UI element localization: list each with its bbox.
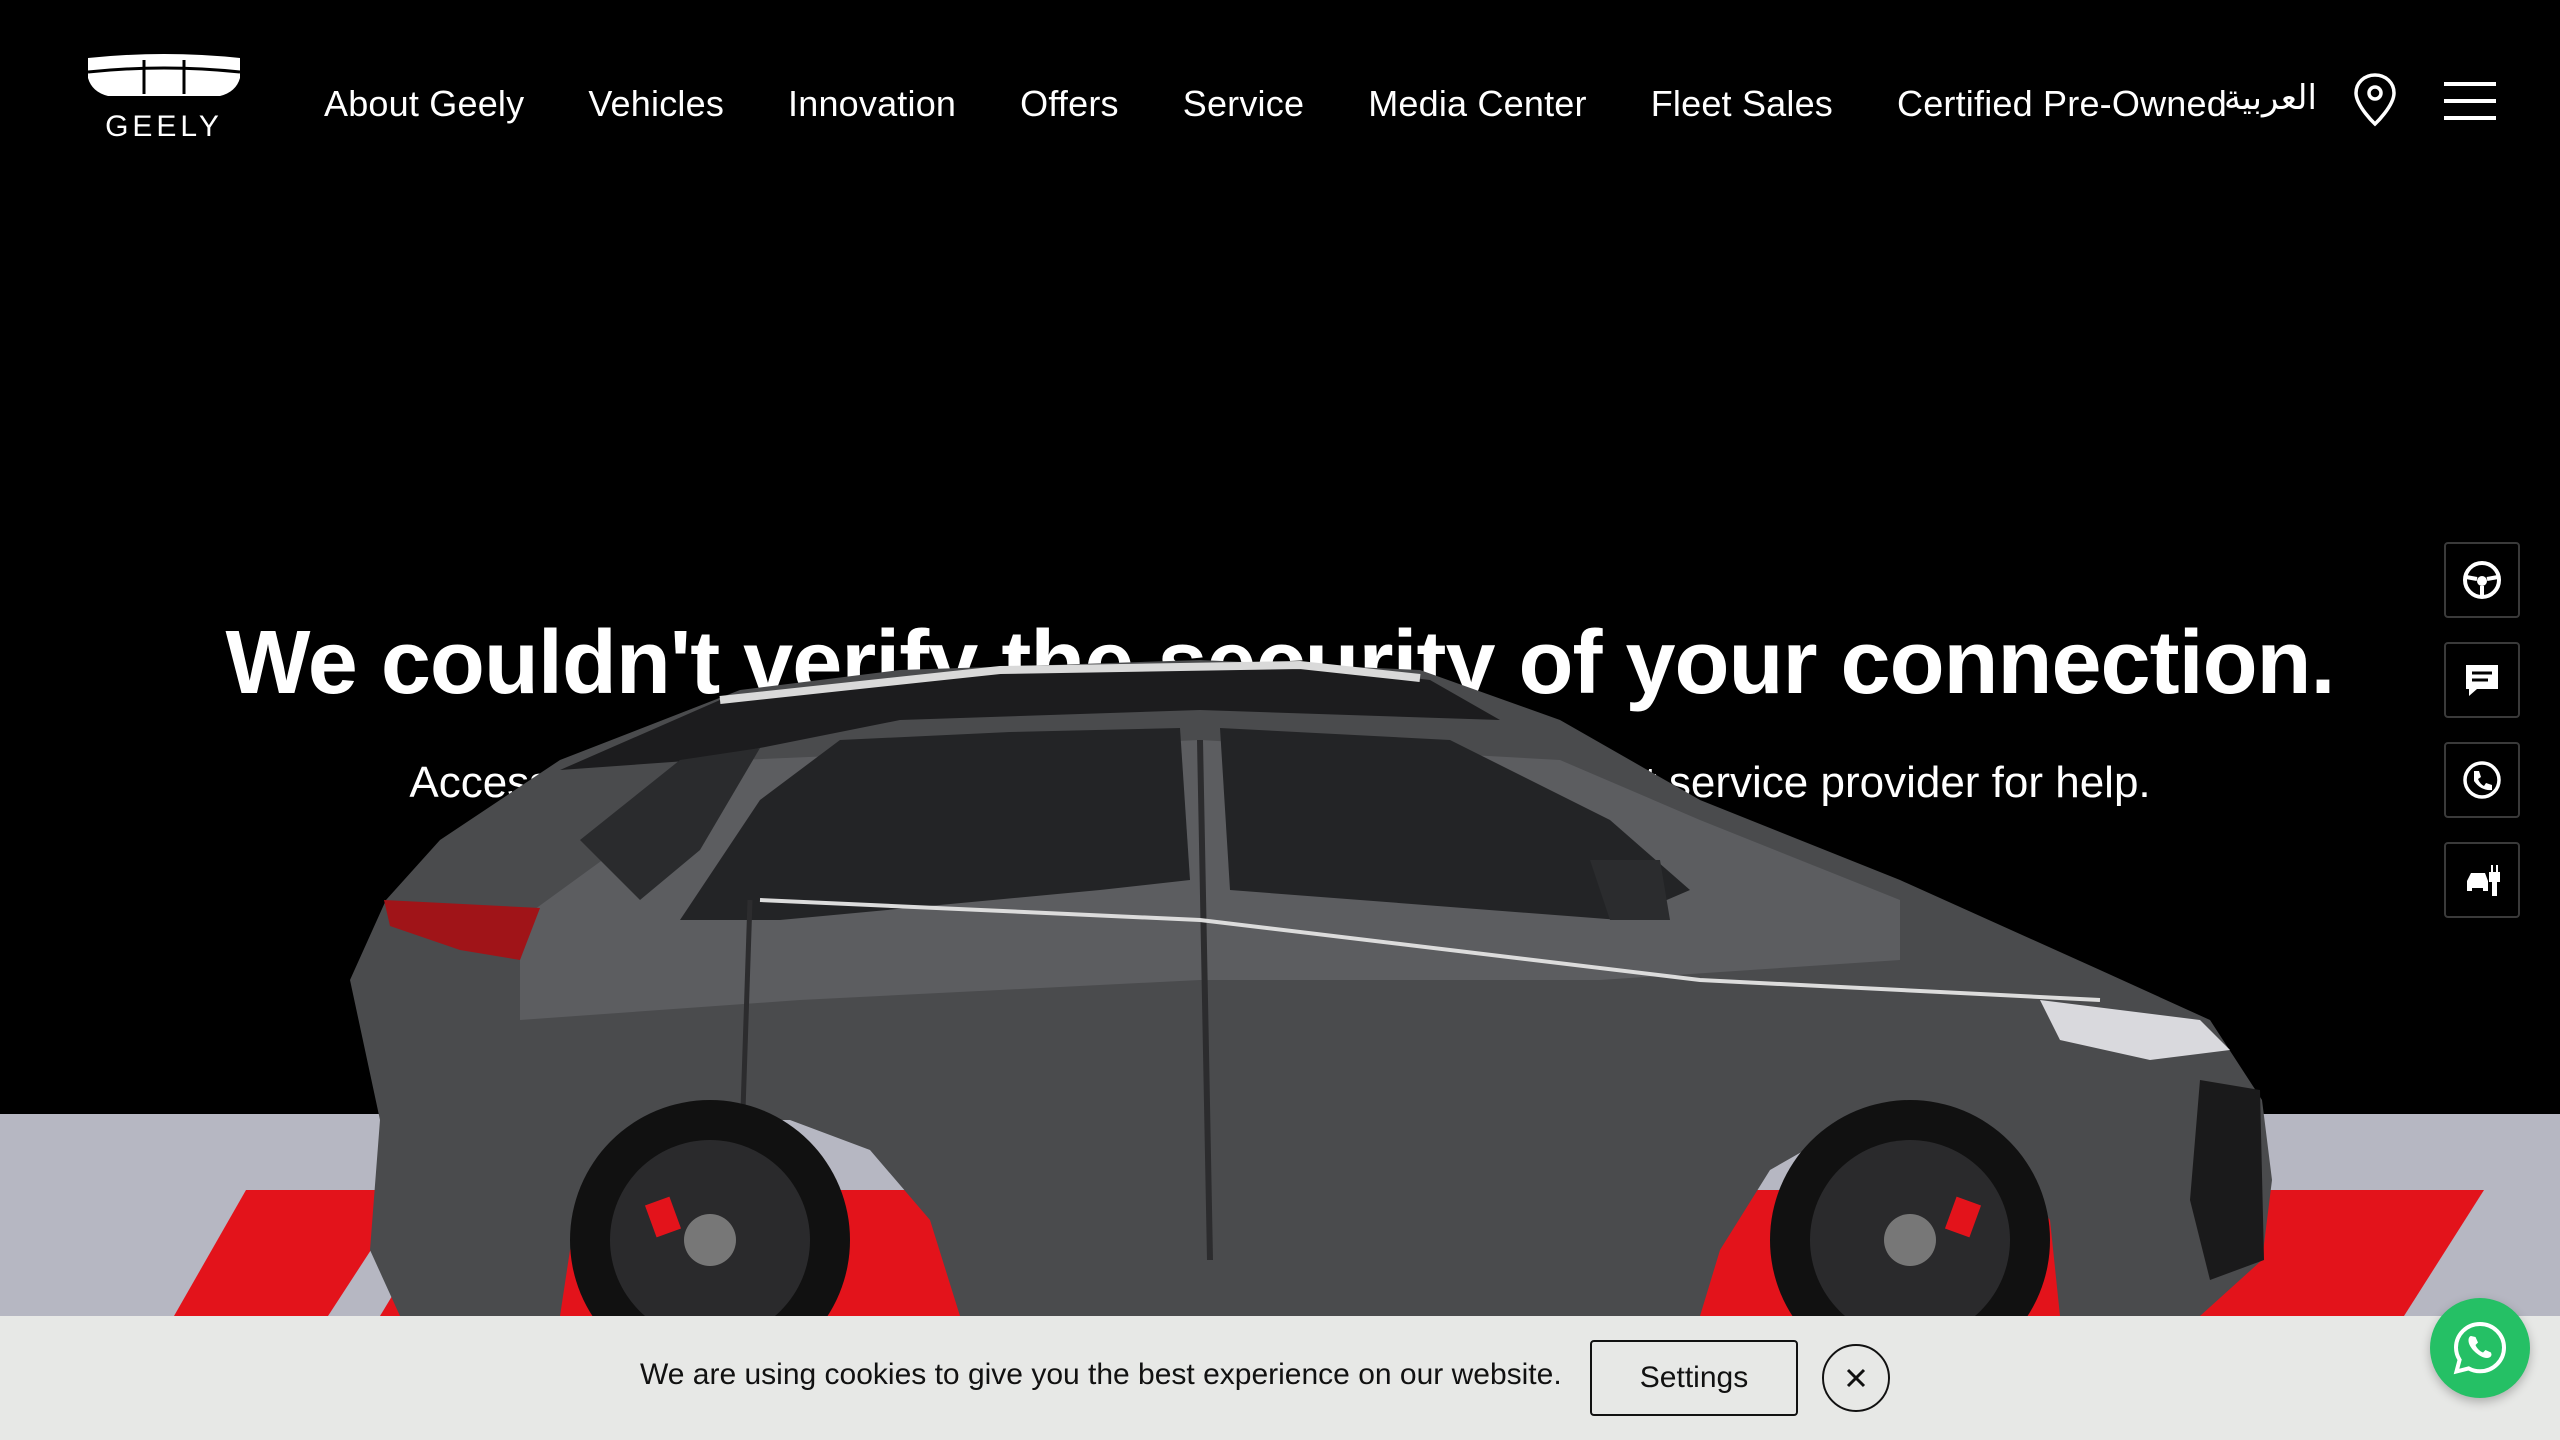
nav-innovation[interactable]: Innovation [788, 83, 956, 125]
nav-about-geely[interactable]: About Geely [324, 83, 524, 125]
site-header: GEELY About Geely Vehicles Innovation Of… [0, 0, 2560, 200]
chat-icon [2466, 665, 2498, 696]
nav-media-center[interactable]: Media Center [1368, 83, 1587, 125]
close-icon [1846, 1368, 1866, 1388]
cookie-banner: We are using cookies to give you the bes… [0, 1316, 2560, 1440]
geely-logo[interactable]: GEELY [84, 52, 244, 140]
location-pin-icon[interactable] [2352, 72, 2398, 128]
call-button[interactable] [2444, 742, 2520, 818]
hero-car-image [174, 660, 2484, 1316]
cookie-message: We are using cookies to give you the bes… [640, 1358, 1562, 1391]
nav-fleet-sales[interactable]: Fleet Sales [1651, 83, 1833, 125]
whatsapp-icon [2453, 1321, 2507, 1375]
nav-certified-pre-owned[interactable]: Certified Pre-Owned [1897, 83, 2227, 125]
service-booking-button[interactable] [2444, 842, 2520, 918]
main-nav: About Geely Vehicles Innovation Offers S… [324, 76, 2227, 132]
language-switch[interactable]: العربية [2224, 78, 2317, 118]
cookie-close-button[interactable] [1822, 1344, 1890, 1412]
service-tools-icon [2467, 865, 2500, 896]
hero-banner: We couldn't verify the security of your … [0, 200, 2560, 1316]
hamburger-menu-icon[interactable] [2444, 80, 2496, 122]
nav-vehicles[interactable]: Vehicles [588, 83, 724, 125]
nav-offers[interactable]: Offers [1020, 83, 1119, 125]
cookie-settings-button[interactable]: Settings [1590, 1340, 1798, 1416]
chat-button[interactable] [2444, 642, 2520, 718]
test-drive-button[interactable] [2444, 542, 2520, 618]
whatsapp-button[interactable] [2430, 1298, 2530, 1398]
side-toolbar [2444, 542, 2520, 942]
steering-wheel-icon [2463, 561, 2501, 599]
phone-icon [2463, 761, 2501, 799]
svg-text:GEELY: GEELY [105, 110, 223, 140]
nav-service[interactable]: Service [1183, 83, 1304, 125]
